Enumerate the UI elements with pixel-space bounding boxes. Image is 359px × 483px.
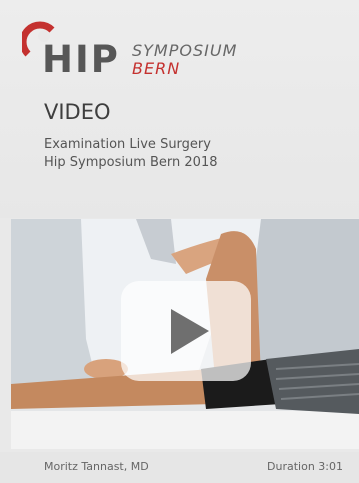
- video-thumbnail: [11, 219, 359, 449]
- subtitle-line-2: Hip Symposium Bern 2018: [44, 155, 218, 170]
- author-name: Moritz Tannast, MD: [44, 460, 149, 473]
- play-icon[interactable]: [121, 281, 251, 381]
- section-label: VIDEO: [44, 100, 111, 124]
- logo-hip-text: HIP: [42, 38, 120, 81]
- subtitle-line-1: Examination Live Surgery: [44, 137, 211, 152]
- card-header: HIP SYMPOSIUM BERN VIDEO Examination Liv…: [0, 0, 359, 218]
- hip-symposium-logo: HIP SYMPOSIUM BERN: [22, 20, 252, 82]
- logo-bern-text: BERN: [132, 59, 181, 78]
- video-duration: Duration 3:01: [267, 460, 343, 473]
- video-card: HIP SYMPOSIUM BERN VIDEO Examination Liv…: [0, 0, 359, 483]
- video-player[interactable]: [11, 219, 359, 449]
- card-footer: Moritz Tannast, MD Duration 3:01: [0, 452, 359, 483]
- logo-symposium-text: SYMPOSIUM: [132, 41, 238, 60]
